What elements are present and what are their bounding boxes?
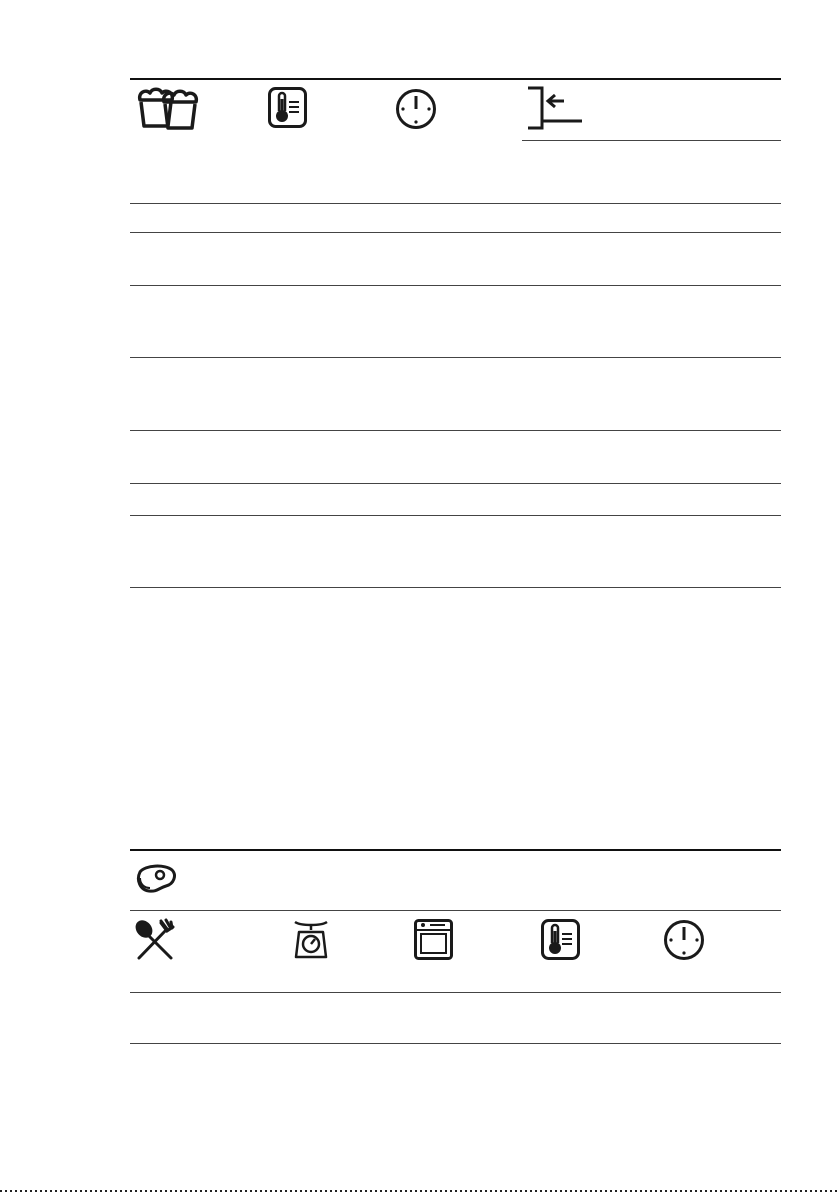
table-1-bottom-rule [130, 587, 781, 588]
clock-icon [395, 88, 437, 130]
kitchen-scale-icon [291, 919, 331, 961]
table-2-bottom-rule [130, 1043, 781, 1044]
clock-icon [663, 919, 705, 961]
table-1-top-rule [130, 78, 781, 80]
table-2-subheader-rule [130, 910, 781, 911]
baked-goods-icon [136, 86, 202, 130]
shelf-subheader-rule [522, 140, 781, 141]
table-1-row-rule [130, 430, 781, 431]
thermometer-icon [268, 87, 308, 129]
table-2-top-rule [130, 849, 781, 851]
table-1-row-rule [130, 285, 781, 286]
oven-icon [414, 919, 454, 961]
table-2-row-rule [130, 992, 781, 993]
meat-steak-icon [135, 864, 177, 894]
table-1-row-rule [130, 357, 781, 358]
table-1-row-rule [130, 232, 781, 233]
shelf-position-icon [526, 86, 584, 130]
table-1-row-rule [130, 515, 781, 516]
thermometer-icon [541, 919, 581, 961]
table-1-row-rule [130, 483, 781, 484]
table-1-row-rule [130, 203, 781, 204]
cutlery-icon [135, 918, 175, 961]
